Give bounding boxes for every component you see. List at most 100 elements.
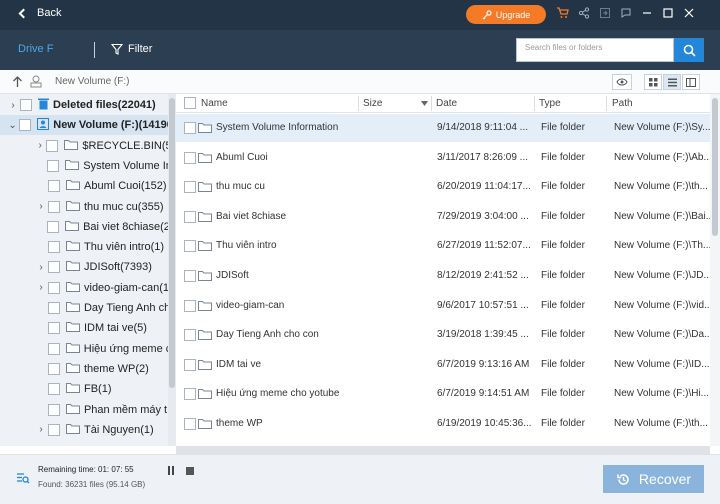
share-icon[interactable] bbox=[578, 6, 590, 19]
cell-date: 6/19/2019 10:45:36... bbox=[437, 418, 532, 429]
tree-checkbox[interactable] bbox=[47, 403, 60, 416]
expand-arrow-icon[interactable]: › bbox=[6, 100, 20, 111]
expand-arrow-icon[interactable]: ⌄ bbox=[6, 120, 19, 131]
tree-checkbox[interactable] bbox=[48, 261, 60, 274]
tree-item[interactable]: Abuml Cuoi(152) bbox=[0, 176, 170, 196]
arrow-up-icon[interactable] bbox=[12, 76, 23, 88]
tree-checkbox[interactable] bbox=[48, 200, 60, 213]
tree-checkbox[interactable] bbox=[48, 362, 60, 375]
cart-icon[interactable] bbox=[556, 6, 569, 19]
expand-arrow-icon[interactable]: › bbox=[34, 201, 48, 212]
column-type[interactable]: Type bbox=[539, 98, 561, 109]
preview-toggle[interactable] bbox=[612, 74, 632, 90]
tree-checkbox[interactable] bbox=[48, 423, 60, 436]
tree-item[interactable]: System Volume Int bbox=[0, 156, 170, 176]
row-checkbox[interactable] bbox=[184, 388, 196, 401]
column-name[interactable]: Name bbox=[201, 98, 228, 109]
search-input[interactable]: Search files or folders bbox=[516, 38, 674, 62]
recover-button[interactable]: Recover bbox=[603, 465, 704, 493]
detail-view-button[interactable] bbox=[682, 74, 700, 90]
tree-item[interactable]: › $RECYCLE.BIN(59) bbox=[0, 136, 170, 156]
column-path[interactable]: Path bbox=[612, 98, 633, 109]
tree-checkbox[interactable] bbox=[20, 99, 32, 111]
row-checkbox[interactable] bbox=[184, 270, 196, 282]
cell-date: 6/7/2019 9:13:16 AM bbox=[437, 358, 530, 370]
tree-item[interactable]: › thu muc cu(355) bbox=[0, 197, 170, 217]
table-row[interactable]: IDM tai ve 6/7/2019 9:13:16 AM File folder… bbox=[176, 351, 710, 379]
tree-item[interactable]: Thu viên intro(1) bbox=[0, 237, 170, 257]
tree-checkbox[interactable] bbox=[48, 383, 60, 396]
tree-item[interactable]: ⌄ New Volume (F:)(14190) bbox=[0, 115, 170, 136]
horizontal-scrollbar[interactable] bbox=[176, 446, 710, 454]
list-view-button[interactable] bbox=[663, 74, 681, 90]
breadcrumb[interactable]: New Volume (F:) bbox=[55, 76, 129, 87]
expand-arrow-icon[interactable]: › bbox=[34, 262, 48, 273]
row-checkbox[interactable] bbox=[184, 122, 196, 134]
table-row[interactable]: thu muc cu 6/20/2019 11:04:17... File fold… bbox=[176, 173, 710, 201]
column-date[interactable]: Date bbox=[436, 98, 457, 109]
row-checkbox[interactable] bbox=[184, 418, 196, 430]
expand-arrow-icon[interactable]: › bbox=[34, 282, 48, 293]
table-row[interactable]: theme WP 6/19/2019 10:45:36... File folder… bbox=[176, 410, 710, 438]
back-button[interactable]: Back bbox=[18, 7, 61, 19]
row-checkbox[interactable] bbox=[184, 210, 196, 223]
table-row[interactable]: Hiệu ứng meme cho yotube 6/7/2019 9:14:51… bbox=[176, 380, 710, 408]
tree-checkbox[interactable] bbox=[48, 180, 60, 193]
folder-icon bbox=[198, 359, 212, 373]
tree-item[interactable]: › video-giam-can(1 bbox=[0, 278, 170, 298]
row-checkbox[interactable] bbox=[184, 151, 196, 164]
expand-arrow-icon[interactable]: › bbox=[34, 424, 48, 435]
upgrade-button[interactable]: Upgrade bbox=[466, 5, 546, 24]
filter-button[interactable]: Filter bbox=[111, 43, 152, 55]
tree-item[interactable]: Hiệu ứng meme c bbox=[0, 339, 170, 359]
pause-button[interactable] bbox=[168, 466, 174, 475]
list-scrollbar-thumb[interactable] bbox=[712, 98, 718, 236]
tree-checkbox[interactable] bbox=[48, 241, 60, 254]
tree-item[interactable]: Phan mềm máy tí bbox=[0, 400, 170, 420]
row-checkbox[interactable] bbox=[184, 358, 196, 371]
table-row[interactable]: JDISoft 8/12/2019 2:41:52 ... File folder N… bbox=[176, 262, 710, 290]
maximize-icon[interactable] bbox=[662, 7, 674, 19]
row-checkbox[interactable] bbox=[184, 299, 196, 312]
tree-checkbox[interactable] bbox=[46, 139, 59, 152]
row-checkbox[interactable] bbox=[184, 181, 196, 194]
tree-item[interactable]: Day Tieng Anh ch bbox=[0, 298, 170, 318]
expand-arrow-icon[interactable]: › bbox=[34, 140, 46, 151]
tree-item[interactable]: › JDISoft(7393) bbox=[0, 257, 170, 277]
tree-checkbox[interactable] bbox=[47, 220, 60, 233]
tree-checkbox[interactable] bbox=[48, 281, 60, 294]
column-size[interactable]: Size bbox=[363, 98, 382, 109]
cell-path: New Volume (F:)\Th... bbox=[614, 240, 710, 252]
row-checkbox[interactable] bbox=[184, 329, 196, 342]
sign-in-icon[interactable] bbox=[599, 7, 611, 19]
tree-item[interactable]: › Tài Nguyen(1) bbox=[0, 420, 170, 440]
table-row[interactable]: Thu viên intro 6/27/2019 11:52:07... File … bbox=[176, 232, 710, 260]
drive-tab[interactable]: Drive F bbox=[18, 43, 53, 55]
minimize-icon[interactable] bbox=[641, 7, 653, 19]
tree-checkbox[interactable] bbox=[19, 119, 32, 132]
select-all-checkbox[interactable] bbox=[184, 97, 196, 109]
table-row[interactable]: Day Tieng Anh cho con 3/19/2018 1:39:45 .… bbox=[176, 321, 710, 349]
tree-item-label: Bai viet 8chiase(28 bbox=[83, 220, 170, 233]
table-row[interactable]: System Volume Information 9/14/2018 9:11:… bbox=[176, 114, 710, 142]
breadcrumb-item[interactable]: New Volume (F:) bbox=[55, 76, 129, 87]
row-checkbox[interactable] bbox=[184, 240, 196, 253]
stop-button[interactable] bbox=[186, 467, 194, 475]
tree-checkbox[interactable] bbox=[47, 302, 60, 314]
tree-scrollbar-thumb[interactable] bbox=[169, 98, 175, 388]
tree-item[interactable]: theme WP(2) bbox=[0, 359, 170, 379]
table-row[interactable]: Abuml Cuoi 3/11/2017 8:26:09 ... File fold… bbox=[176, 144, 710, 172]
tree-item[interactable]: Bai viet 8chiase(28 bbox=[0, 217, 170, 237]
tree-checkbox[interactable] bbox=[47, 342, 60, 355]
tree-checkbox[interactable] bbox=[47, 159, 60, 172]
table-row[interactable]: video-giam-can 9/6/2017 10:57:51 ... File … bbox=[176, 292, 710, 320]
tree-checkbox[interactable] bbox=[48, 322, 60, 335]
grid-view-button[interactable] bbox=[644, 74, 662, 90]
feedback-icon[interactable] bbox=[620, 7, 632, 19]
table-row[interactable]: Bai viet 8chiase 7/29/2019 3:04:00 ... Fil… bbox=[176, 203, 710, 231]
tree-item[interactable]: › Deleted files(22041) bbox=[0, 95, 170, 115]
tree-item[interactable]: FB(1) bbox=[0, 379, 170, 399]
search-button[interactable] bbox=[674, 38, 704, 62]
close-icon[interactable] bbox=[683, 7, 695, 19]
tree-item[interactable]: IDM tai ve(5) bbox=[0, 318, 170, 338]
